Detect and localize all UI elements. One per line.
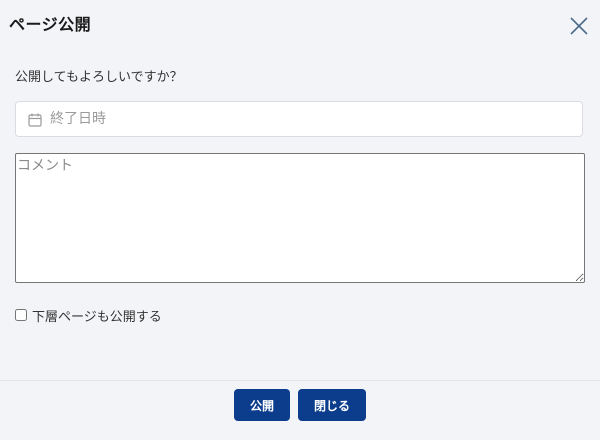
dialog-footer: 公開 閉じる <box>0 380 600 440</box>
end-date-field[interactable] <box>15 101 583 137</box>
close-icon[interactable] <box>569 16 589 36</box>
calendar-icon <box>27 112 43 128</box>
include-subpages-row: 下層ページも公開する <box>15 306 162 325</box>
comment-textarea[interactable] <box>15 153 585 283</box>
publish-button[interactable]: 公開 <box>234 389 290 421</box>
publish-dialog: ページ公開 公開してもよろしいですか？ 下層ページも公開する 公開 閉じる <box>0 0 600 440</box>
end-date-input[interactable] <box>50 102 570 136</box>
dialog-title: ページ公開 <box>9 15 92 34</box>
confirm-question: 公開してもよろしいですか？ <box>15 70 183 85</box>
include-subpages-checkbox[interactable] <box>15 309 27 321</box>
close-button[interactable]: 閉じる <box>298 389 366 421</box>
include-subpages-label[interactable]: 下層ページも公開する <box>32 306 162 325</box>
